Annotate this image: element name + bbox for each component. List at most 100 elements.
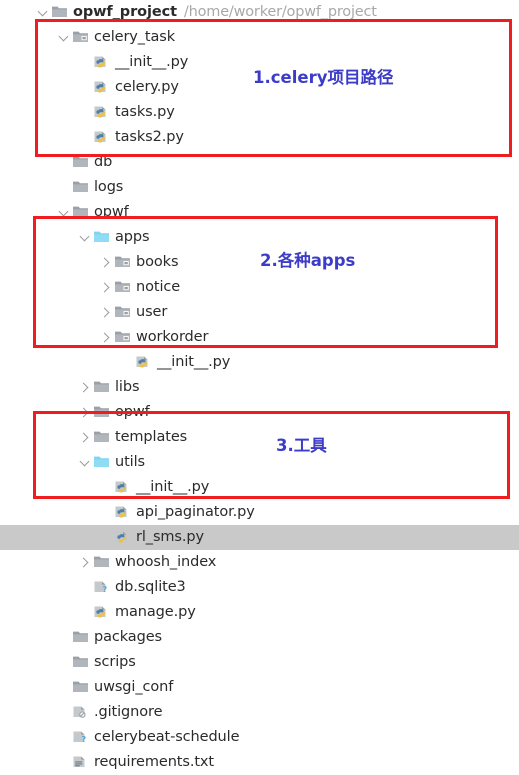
tree-row-scrips[interactable]: scrips: [0, 650, 519, 675]
tree-row-whoosh_index[interactable]: whoosh_index: [0, 550, 519, 575]
tree-row-label: opwf: [94, 204, 129, 220]
tree-row-label: __init__.py: [136, 479, 210, 495]
tree-row-workorder[interactable]: workorder: [0, 325, 519, 350]
project-file-tree[interactable]: opwf_project/home/worker/opwf_projectcel…: [0, 0, 519, 775]
chevron-right-icon[interactable]: [78, 400, 92, 425]
annotation-label-1: 1.celery项目路径: [253, 68, 394, 87]
tree-row-tasks_py[interactable]: tasks.py: [0, 100, 519, 125]
tree-row-apps__init__[interactable]: __init__.py: [0, 350, 519, 375]
svg-text:?: ?: [103, 585, 108, 594]
tree-row-label: logs: [94, 179, 124, 195]
tree-row-label: manage.py: [115, 604, 196, 620]
tree-row-label: opwf_project: [73, 4, 177, 20]
tree-row-utils__init__[interactable]: __init__.py: [0, 475, 519, 500]
tree-toggle-placeholder: [78, 600, 92, 625]
chevron-down-icon[interactable]: [57, 25, 71, 50]
tree-row-api_paginator[interactable]: api_paginator.py: [0, 500, 519, 525]
tree-toggle-placeholder: [99, 525, 113, 550]
tree-row-label: workorder: [136, 329, 209, 345]
chevron-right-icon[interactable]: [78, 550, 92, 575]
tree-row-notice[interactable]: notice: [0, 275, 519, 300]
tree-row-label: celerybeat-schedule: [94, 729, 240, 745]
chevron-down-icon[interactable]: [78, 450, 92, 475]
tree-row-celerybeat_schedule[interactable]: ? celerybeat-schedule: [0, 725, 519, 750]
chevron-right-icon[interactable]: [99, 300, 113, 325]
tree-row-user[interactable]: user: [0, 300, 519, 325]
tree-row-label: user: [136, 304, 168, 320]
python-file-icon: [113, 500, 132, 525]
tree-row-label: tasks2.py: [115, 129, 184, 145]
tree-row-opwf_inner[interactable]: opwf: [0, 400, 519, 425]
tree-row-manage_py[interactable]: manage.py: [0, 600, 519, 625]
tree-row-label: rl_sms.py: [136, 529, 204, 545]
tree-row-label: .gitignore: [94, 704, 163, 720]
folder-gray-icon: [92, 425, 111, 450]
tree-toggle-placeholder: [57, 625, 71, 650]
tree-row-label: notice: [136, 279, 181, 295]
tree-row-label: celery_task: [94, 29, 176, 45]
tree-toggle-placeholder: [57, 150, 71, 175]
tree-row-db_sqlite3[interactable]: ? db.sqlite3: [0, 575, 519, 600]
folder-source-icon: [92, 450, 111, 475]
tree-row-templates[interactable]: templates: [0, 425, 519, 450]
chevron-right-icon[interactable]: [78, 425, 92, 450]
folder-source-icon: [92, 225, 111, 250]
tree-row-opwf[interactable]: opwf: [0, 200, 519, 225]
chevron-right-icon[interactable]: [99, 275, 113, 300]
python-file-icon: [92, 50, 111, 75]
folder-module-icon: [113, 325, 132, 350]
tree-row-uwsgi_conf[interactable]: uwsgi_conf: [0, 675, 519, 700]
folder-module-icon: [113, 250, 132, 275]
tree-row-libs[interactable]: libs: [0, 375, 519, 400]
folder-gray-icon: [71, 200, 90, 225]
annotation-label-3: 3.工具: [276, 436, 327, 455]
folder-gray-icon: [92, 375, 111, 400]
tree-row-logs[interactable]: logs: [0, 175, 519, 200]
python-file-icon: [92, 600, 111, 625]
tree-toggle-placeholder: [78, 75, 92, 100]
tree-toggle-placeholder: [78, 575, 92, 600]
chevron-right-icon[interactable]: [99, 250, 113, 275]
chevron-down-icon[interactable]: [78, 225, 92, 250]
tree-row-opwf_project[interactable]: opwf_project/home/worker/opwf_project: [0, 0, 519, 25]
tree-row-label: apps: [115, 229, 150, 245]
chevron-down-icon[interactable]: [36, 0, 50, 25]
tree-row-gitignore[interactable]: .gitignore: [0, 700, 519, 725]
tree-row-label: __init__.py: [115, 54, 189, 70]
tree-toggle-placeholder: [57, 650, 71, 675]
tree-row-label: __init__.py: [157, 354, 231, 370]
tree-row-label: templates: [115, 429, 188, 445]
tree-row-tasks2_py[interactable]: tasks2.py: [0, 125, 519, 150]
tree-toggle-placeholder: [57, 750, 71, 775]
chevron-down-icon[interactable]: [57, 200, 71, 225]
tree-toggle-placeholder: [57, 700, 71, 725]
chevron-right-icon[interactable]: [99, 325, 113, 350]
folder-gray-icon: [71, 650, 90, 675]
tree-row-requirements_txt[interactable]: requirements.txt: [0, 750, 519, 775]
chevron-right-icon[interactable]: [78, 375, 92, 400]
tree-row-celery_task[interactable]: celery_task: [0, 25, 519, 50]
tree-toggle-placeholder: [99, 500, 113, 525]
tree-row-rl_sms[interactable]: rl_sms.py: [0, 525, 519, 550]
tree-toggle-placeholder: [120, 350, 134, 375]
tree-row-utils[interactable]: utils: [0, 450, 519, 475]
tree-row-label: whoosh_index: [115, 554, 217, 570]
tree-row-db[interactable]: db: [0, 150, 519, 175]
tree-toggle-placeholder: [57, 175, 71, 200]
tree-toggle-placeholder: [78, 100, 92, 125]
python-file-icon: [113, 475, 132, 500]
tree-row-packages[interactable]: packages: [0, 625, 519, 650]
